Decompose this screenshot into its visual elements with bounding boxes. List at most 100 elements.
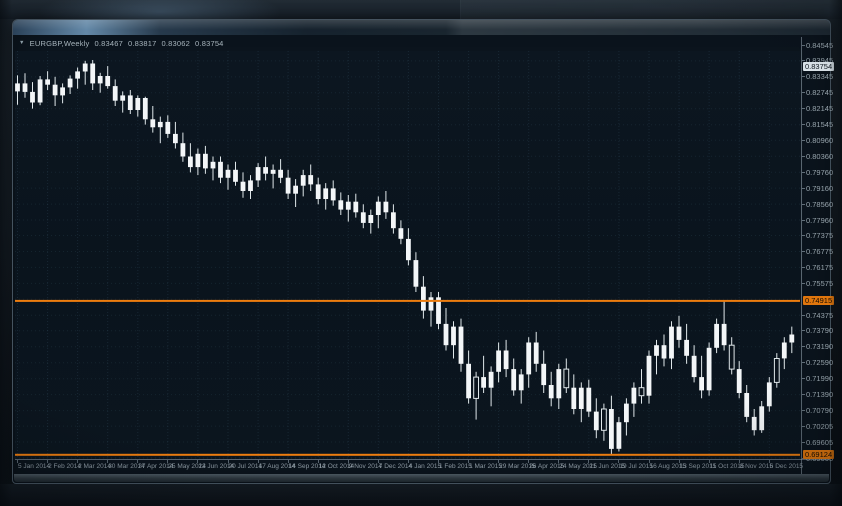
price-tick — [802, 362, 805, 363]
candle — [526, 337, 531, 388]
candlestick-plot-area[interactable] — [15, 51, 800, 459]
candle — [181, 133, 186, 162]
price-label: 0.80960 — [806, 136, 833, 145]
candle — [496, 343, 501, 383]
price-label: 0.73190 — [806, 342, 833, 351]
candle — [15, 75, 20, 104]
candle — [669, 321, 674, 369]
candle — [609, 396, 614, 454]
price-tick — [802, 45, 805, 46]
candle — [722, 301, 727, 350]
candle — [692, 345, 697, 382]
price-label: 0.82145 — [806, 104, 833, 113]
date-label: 5 Jan 2014 — [18, 463, 50, 471]
candle — [384, 191, 389, 219]
candle — [602, 404, 607, 441]
candle — [541, 351, 546, 394]
hline-price-label[interactable]: 0.69124 — [803, 450, 834, 459]
date-label: 20 Jul 2014 — [229, 463, 263, 471]
price-label: 0.80360 — [806, 152, 833, 161]
price-tick — [802, 172, 805, 173]
price-label: 0.70205 — [806, 422, 833, 431]
hline-price-label[interactable]: 0.74915 — [803, 296, 834, 305]
time-axis[interactable]: 5 Jan 20142 Feb 20142 Mar 201430 Mar 201… — [15, 459, 830, 475]
price-label: 0.74375 — [806, 311, 833, 320]
candle — [256, 163, 261, 187]
candle — [489, 366, 494, 406]
candle — [293, 179, 298, 207]
price-tick — [802, 283, 805, 284]
candle — [744, 385, 749, 422]
candle — [481, 356, 486, 393]
candle — [511, 359, 516, 396]
candle — [263, 157, 268, 181]
date-label: 1 Feb 2015 — [439, 463, 472, 471]
date-label: 9 Nov 2014 — [349, 463, 382, 471]
price-label: 0.79160 — [806, 184, 833, 193]
candle — [684, 324, 689, 364]
candle — [421, 276, 426, 319]
candle — [68, 75, 73, 94]
candle — [451, 321, 456, 358]
candle — [789, 327, 794, 354]
candle — [376, 196, 381, 228]
price-label: 0.81545 — [806, 120, 833, 129]
date-label: 8 Nov 2015 — [740, 463, 773, 471]
candle — [586, 380, 591, 417]
candle — [218, 157, 223, 184]
price-tick — [802, 378, 805, 379]
price-tick — [802, 140, 805, 141]
candle — [729, 337, 734, 374]
candle — [271, 165, 276, 189]
candle — [444, 308, 449, 351]
date-label: 2 Feb 2014 — [48, 463, 81, 471]
price-tick — [802, 76, 805, 77]
ohlc-high: 0.83817 — [128, 38, 157, 49]
price-tick — [802, 315, 805, 316]
candle — [128, 90, 133, 114]
candle — [399, 220, 404, 244]
candle — [346, 195, 351, 222]
ohlc-open: 0.83467 — [95, 38, 124, 49]
chart-window: ▼ EURGBP,Weekly 0.83467 0.83817 0.83062 … — [12, 19, 831, 484]
candle — [331, 180, 336, 205]
candle — [165, 115, 170, 138]
candle — [113, 79, 118, 106]
price-tick — [802, 442, 805, 443]
horizontal-line[interactable] — [15, 300, 800, 302]
date-label: 1 Mar 2015 — [469, 463, 502, 471]
candle — [677, 316, 682, 348]
price-label: 0.82745 — [806, 88, 833, 97]
price-label: 0.77960 — [806, 216, 833, 225]
candle — [519, 369, 524, 404]
candle — [391, 204, 396, 233]
background-seam — [460, 0, 842, 19]
ohlc-close: 0.83754 — [195, 38, 224, 49]
candle — [278, 159, 283, 183]
background-left-shade — [0, 0, 12, 506]
candle — [98, 73, 103, 93]
price-tick — [802, 330, 805, 331]
candle — [53, 77, 58, 106]
candle — [75, 68, 80, 89]
candle — [534, 332, 539, 372]
candle — [30, 82, 35, 109]
candle — [774, 353, 779, 388]
candle — [624, 398, 629, 435]
candle — [301, 170, 306, 197]
collapse-arrow-icon[interactable]: ▼ — [19, 38, 25, 49]
horizontal-line[interactable] — [15, 454, 800, 456]
candle — [233, 162, 238, 186]
candle — [60, 83, 65, 103]
candle — [143, 97, 148, 125]
candle — [782, 337, 787, 369]
current-price-box: 0.83754 — [803, 62, 834, 71]
price-label: 0.83345 — [806, 72, 833, 81]
candle — [338, 192, 343, 215]
price-axis[interactable]: 0.845450.839450.833450.827450.821450.815… — [801, 37, 830, 474]
candle — [759, 401, 764, 433]
price-label: 0.77375 — [806, 231, 833, 240]
candle — [459, 319, 464, 372]
chart-titlebar: ▼ EURGBP,Weekly 0.83467 0.83817 0.83062 … — [19, 38, 224, 49]
price-label: 0.69605 — [806, 438, 833, 447]
